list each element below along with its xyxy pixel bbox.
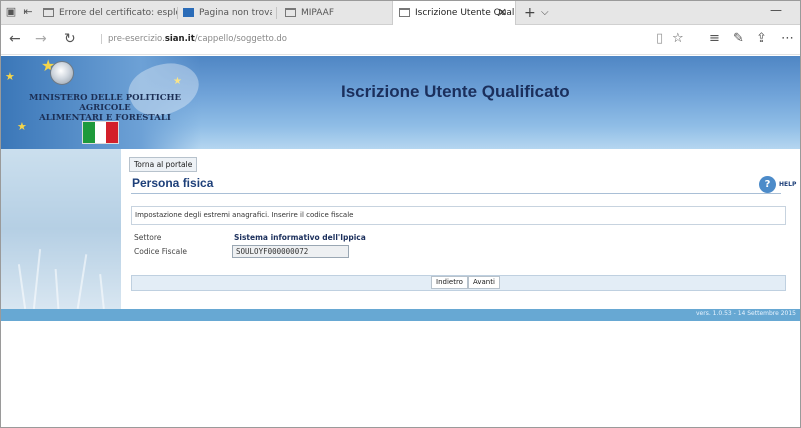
left-sidebar: [1, 149, 121, 310]
close-tab-icon[interactable]: ✕: [498, 1, 507, 25]
share-icon[interactable]: ⇪: [756, 32, 767, 46]
tab-page-not-found[interactable]: Pagina non trovata: [177, 1, 272, 25]
back-arrow-icon[interactable]: ←: [9, 31, 21, 47]
web-note-icon[interactable]: ✎: [733, 32, 744, 46]
minimize-icon[interactable]: —: [770, 3, 782, 17]
star-icon: ★: [5, 70, 15, 83]
tab-preview-icon[interactable]: ▣: [5, 6, 17, 18]
tab-mipaaf[interactable]: MIPAAF: [279, 1, 379, 25]
codice-fiscale-field[interactable]: SOULOYF000000072: [232, 245, 349, 258]
action-bar: Indietro Avanti: [131, 275, 786, 291]
header-banner: ★ ★ ★ ★ MINISTERO DELLE POLITICHE AGRICO…: [1, 56, 800, 149]
forward-arrow-icon[interactable]: →: [35, 31, 47, 47]
back-to-portal-button[interactable]: Torna al portale: [129, 157, 198, 172]
tab-certificate-error[interactable]: Errore del certificato: esplor: [37, 1, 177, 25]
refresh-icon[interactable]: ↻: [64, 31, 76, 47]
version-text: vers. 1.0.53 - 14 Settembre 2015: [695, 310, 796, 317]
info-box: Impostazione degli estremi anagrafici. I…: [131, 206, 786, 225]
ministry-name: MINISTERO DELLE POLITICHE AGRICOLE ALIME…: [28, 93, 182, 123]
browser-window: ▣ ⇤ Errore del certificato: esplor Pagin…: [0, 0, 801, 428]
codice-fiscale-label: Codice Fiscale: [134, 247, 187, 256]
republic-emblem-icon: [50, 61, 74, 85]
back-button[interactable]: Indietro: [431, 276, 468, 289]
title-divider: [131, 193, 781, 194]
bing-icon: [183, 8, 194, 17]
help-label[interactable]: HELP: [779, 181, 796, 188]
tab-list-chevron-icon[interactable]: ⌵: [541, 1, 549, 25]
page-title: Persona fisica: [132, 176, 214, 190]
address-bar: ← → ↻ pre-esercizio.sian.it/cappello/sog…: [1, 25, 800, 55]
help-icon[interactable]: ?: [759, 176, 776, 193]
tab-iscrizione[interactable]: Iscrizione Utente Qualifi ✕: [392, 1, 516, 25]
favorites-star-icon[interactable]: ☆: [672, 32, 684, 46]
page-icon: [399, 8, 410, 17]
settore-label: Settore: [134, 233, 162, 242]
settore-value: Sistema informativo dell'Ippica: [234, 233, 366, 242]
url-field[interactable]: pre-esercizio.sian.it/cappello/soggetto.…: [101, 34, 287, 44]
tab-bar: ▣ ⇤ Errore del certificato: esplor Pagin…: [1, 1, 800, 25]
banner-title: Iscrizione Utente Qualificato: [341, 82, 570, 101]
new-tab-icon[interactable]: +: [524, 1, 536, 25]
italian-flag-icon: [82, 121, 119, 144]
more-icon[interactable]: ⋯: [781, 32, 794, 46]
reading-view-icon[interactable]: ▯: [656, 32, 663, 46]
footer-bar: vers. 1.0.53 - 14 Settembre 2015: [1, 309, 800, 321]
set-aside-tabs-icon[interactable]: ⇤: [22, 6, 34, 18]
page-icon: [43, 8, 54, 17]
main-content: Torna al portale Persona fisica ? HELP I…: [121, 149, 800, 309]
page-icon: [285, 8, 296, 17]
hub-icon[interactable]: ≡: [709, 32, 720, 46]
next-button[interactable]: Avanti: [468, 276, 500, 289]
